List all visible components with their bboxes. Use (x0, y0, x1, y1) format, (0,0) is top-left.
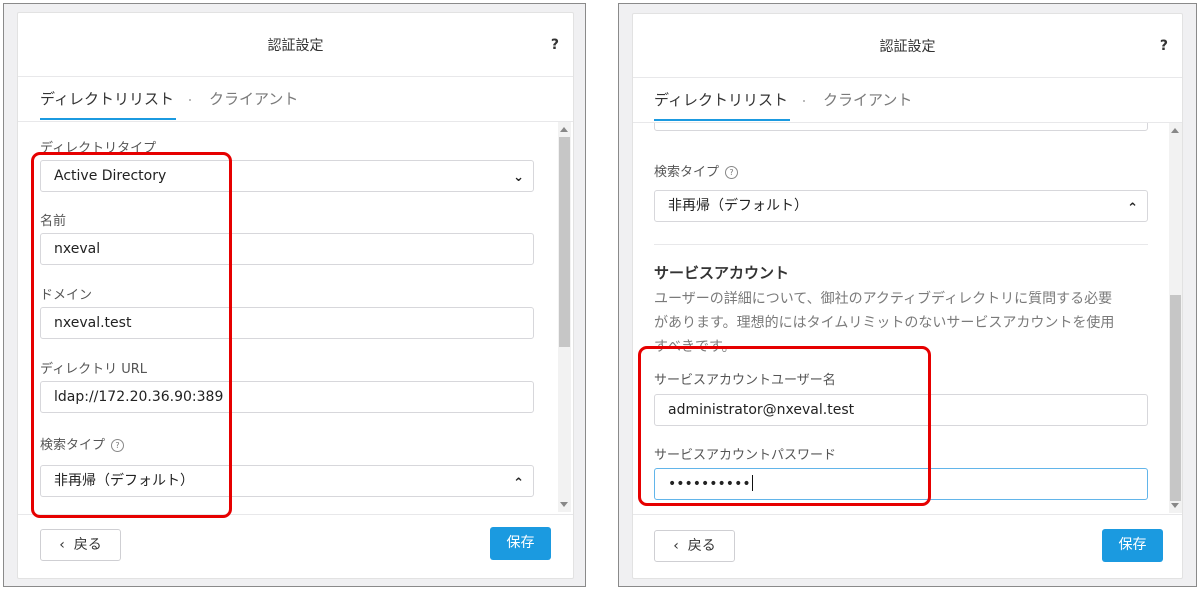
search-type-label-text: 検索タイプ (654, 165, 720, 180)
description-line: すべきです。 (654, 339, 736, 355)
scroll-down-arrow-icon[interactable] (560, 502, 568, 507)
scroll-up-arrow-icon[interactable] (560, 127, 568, 132)
name-label: 名前 (40, 214, 67, 229)
left-screenshot-frame: 認証設定 ? ディレクトリリスト クライアント ディレクトリタイプ Active… (3, 3, 586, 587)
save-button[interactable]: 保存 (1102, 529, 1163, 562)
chevron-up-icon: ⌃ (513, 476, 524, 491)
search-type-select[interactable]: 非再帰（デフォルト） ⌃ (40, 465, 534, 497)
directory-url-label: ディレクトリ URL (40, 362, 148, 377)
section-divider (654, 244, 1148, 245)
domain-label: ドメイン (40, 288, 93, 303)
scrollbar[interactable] (558, 122, 571, 512)
dialog-footer: ‹ 戻る 保存 (633, 514, 1182, 578)
active-tab-indicator (40, 118, 176, 120)
tab-separator (803, 100, 805, 102)
help-icon[interactable]: ? (1160, 38, 1168, 54)
question-icon[interactable]: ? (111, 439, 125, 452)
auth-settings-dialog: 認証設定 ? ディレクトリリスト クライアント 検索タイプ? 非再帰（デフォルト… (632, 13, 1183, 579)
back-button-label: 戻る (687, 538, 716, 554)
scroll-down-arrow-icon[interactable] (1171, 503, 1179, 508)
service-account-password-value: •••••••••• (668, 476, 751, 492)
directory-type-label: ディレクトリタイプ (40, 141, 157, 156)
description-line: があります。理想的にはタイムリミットのないサービスアカウントを使用 (654, 315, 1115, 331)
chevron-left-icon: ‹ (59, 537, 65, 553)
directory-url-value: ldap://172.20.36.90:389 (54, 389, 224, 405)
back-button-label: 戻る (73, 537, 102, 553)
scrollbar-thumb[interactable] (1170, 295, 1181, 501)
service-account-password-input[interactable]: •••••••••• (654, 468, 1148, 500)
dialog-header: 認証設定 ? (18, 13, 573, 77)
search-type-select[interactable]: 非再帰（デフォルト） ⌃ (654, 190, 1148, 222)
description-line: ユーザーの詳細について、御社のアクティブディレクトリに質問する必要 (654, 291, 1113, 307)
scrollbar[interactable] (1169, 123, 1182, 513)
domain-input[interactable]: nxeval.test (40, 307, 534, 339)
auth-settings-dialog: 認証設定 ? ディレクトリリスト クライアント ディレクトリタイプ Active… (17, 12, 574, 579)
tab-client[interactable]: クライアント (823, 89, 912, 110)
dialog-header: 認証設定 ? (633, 14, 1182, 78)
search-type-label: 検索タイプ? (40, 434, 125, 453)
dialog-content: ディレクトリタイプ Active Directory ⌄ 名前 nxeval ド… (18, 122, 573, 512)
chevron-left-icon: ‹ (673, 538, 679, 554)
tab-directory-list[interactable]: ディレクトリリスト (654, 89, 788, 110)
chevron-down-icon: ⌄ (513, 170, 524, 185)
service-account-user-value: administrator@nxeval.test (668, 402, 855, 418)
directory-type-select[interactable]: Active Directory ⌄ (40, 160, 534, 192)
service-account-user-input[interactable]: administrator@nxeval.test (654, 394, 1148, 426)
domain-value: nxeval.test (54, 315, 132, 331)
back-button[interactable]: ‹ 戻る (40, 529, 121, 561)
scrollbar-thumb[interactable] (559, 137, 570, 347)
right-screenshot-frame: 認証設定 ? ディレクトリリスト クライアント 検索タイプ? 非再帰（デフォルト… (618, 3, 1197, 587)
search-type-value: 非再帰（デフォルト） (668, 198, 808, 214)
directory-url-input[interactable]: ldap://172.20.36.90:389 (40, 381, 534, 413)
directory-type-value: Active Directory (54, 168, 167, 184)
name-value: nxeval (54, 241, 101, 257)
back-button[interactable]: ‹ 戻る (654, 530, 735, 562)
tab-bar: ディレクトリリスト クライアント (18, 77, 573, 122)
text-cursor (751, 475, 753, 491)
chevron-up-icon: ⌃ (1127, 201, 1138, 216)
help-icon[interactable]: ? (551, 37, 559, 53)
dialog-title: 認証設定 (879, 39, 936, 55)
search-type-value: 非再帰（デフォルト） (54, 473, 194, 489)
service-account-heading: サービスアカウント (654, 264, 790, 282)
question-icon[interactable]: ? (725, 166, 739, 179)
service-account-user-label: サービスアカウントユーザー名 (654, 373, 836, 388)
dialog-content: 検索タイプ? 非再帰（デフォルト） ⌃ サービスアカウント ユーザーの詳細につい… (633, 123, 1182, 513)
tab-separator (189, 99, 191, 101)
tab-client[interactable]: クライアント (209, 88, 298, 109)
tab-directory-list[interactable]: ディレクトリリスト (40, 88, 174, 109)
search-type-label-text: 検索タイプ (40, 438, 106, 453)
dialog-title: 認証設定 (267, 38, 324, 54)
search-type-label: 検索タイプ? (654, 161, 739, 180)
save-button[interactable]: 保存 (490, 527, 551, 560)
service-account-description: ユーザーの詳細について、御社のアクティブディレクトリに質問する必要 があります。… (654, 287, 1154, 359)
name-input[interactable]: nxeval (40, 233, 534, 265)
service-account-password-label: サービスアカウントパスワード (654, 448, 837, 463)
scroll-up-arrow-icon[interactable] (1171, 128, 1179, 133)
previous-field-edge (654, 123, 1148, 131)
dialog-footer: ‹ 戻る 保存 (18, 514, 573, 578)
active-tab-indicator (654, 119, 790, 121)
tab-bar: ディレクトリリスト クライアント (633, 78, 1182, 123)
